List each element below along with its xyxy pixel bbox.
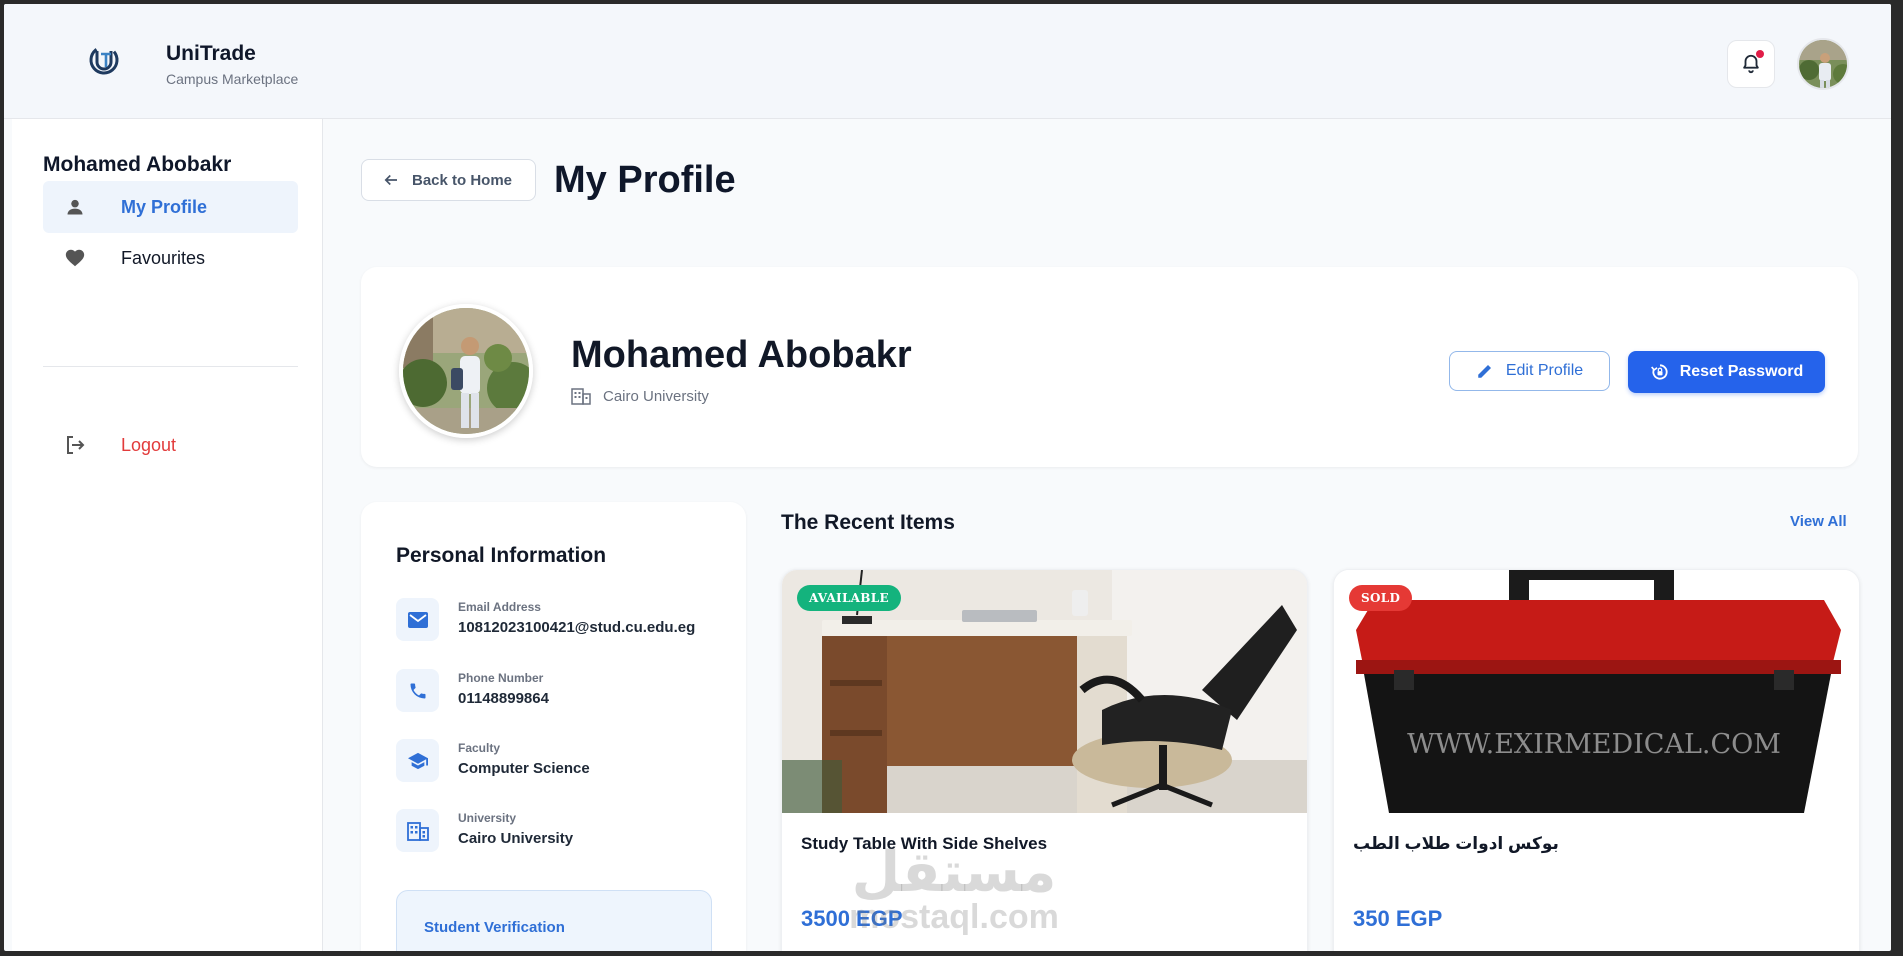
university-label: Cairo University (603, 387, 709, 405)
person-icon (59, 197, 91, 217)
edit-profile-button[interactable]: Edit Profile (1449, 351, 1610, 391)
logout-label: Logout (121, 434, 177, 455)
university-row-label: University (458, 811, 517, 825)
brand-subtitle: Campus Marketplace (166, 71, 299, 87)
personal-info-title: Personal Information (396, 544, 607, 567)
unitrade-logo-icon[interactable] (86, 42, 122, 78)
recent-items-title: The Recent Items (781, 511, 955, 534)
sidebar-divider (43, 366, 298, 367)
phone-value: 01148899864 (458, 690, 549, 707)
profile-name: Mohamed Abobakr (571, 334, 912, 376)
item-price: 350 EGP (1353, 906, 1443, 931)
back-to-home-button[interactable]: Back to Home (361, 159, 536, 201)
sidebar-item-label: Favourites (121, 247, 206, 268)
phone-label: Phone Number (458, 671, 544, 685)
faculty-value: Computer Science (458, 760, 590, 777)
item-price: 3500 EGP (801, 906, 903, 931)
back-label: Back to Home (412, 171, 513, 189)
brand-title: UniTrade (166, 42, 256, 65)
sidebar-item-my-profile[interactable]: My Profile (43, 181, 298, 233)
info-row-email: Email Address 10812023100421@stud.cu.edu… (396, 598, 726, 644)
item-title: Study Table With Side Shelves (801, 834, 1048, 853)
student-verification-title: Student Verification (424, 919, 565, 936)
status-badge: AVAILABLE (797, 585, 901, 611)
image-watermark-text: WWW.EXIRMEDICAL.COM (1407, 729, 1781, 760)
notification-dot (1756, 50, 1764, 58)
personal-info-card: Personal Information Email Address 10812… (361, 502, 746, 951)
profile-card: Mohamed Abobakr Cairo University Edit Pr… (361, 267, 1858, 467)
info-row-faculty: Faculty Computer Science (396, 739, 726, 785)
view-all-link[interactable]: View All (1790, 513, 1847, 530)
info-row-phone: Phone Number 01148899864 (396, 669, 726, 715)
email-label: Email Address (458, 600, 541, 614)
item-image: AVAILABLE (782, 570, 1307, 813)
sidebar-item-label: My Profile (121, 196, 208, 217)
building-icon (571, 388, 591, 405)
arrow-left-icon (384, 174, 397, 186)
email-value: 10812023100421@stud.cu.edu.eg (458, 619, 696, 636)
university-row-value: Cairo University (458, 830, 574, 847)
heart-icon (59, 247, 91, 269)
sidebar: Mohamed Abobakr My Profile Favourites Lo… (12, 119, 323, 951)
email-icon (396, 598, 439, 641)
top-header: UniTrade Campus Marketplace (4, 4, 1891, 119)
info-row-university: University Cairo University (396, 809, 726, 855)
user-avatar[interactable] (1797, 38, 1849, 90)
profile-university: Cairo University (571, 387, 709, 405)
status-badge: SOLD (1349, 585, 1413, 611)
faculty-label: Faculty (458, 741, 501, 755)
edit-profile-label: Edit Profile (1505, 362, 1584, 379)
avatar-photo (1799, 40, 1847, 88)
item-card[interactable]: WWW.EXIRMEDICAL.COM SOLD بوكس ادوات طلاب… (1333, 569, 1860, 951)
reset-password-button[interactable]: Reset Password (1628, 351, 1825, 393)
sidebar-item-favourites[interactable]: Favourites (43, 232, 298, 284)
item-card[interactable]: AVAILABLE Study Table With Side Shelves … (781, 569, 1308, 951)
item-title: بوكس ادوات طلاب الطب (1353, 834, 1559, 853)
notifications-button[interactable] (1727, 40, 1775, 88)
building-icon (396, 809, 439, 852)
profile-photo (399, 304, 533, 438)
item-image: WWW.EXIRMEDICAL.COM SOLD (1334, 570, 1859, 813)
logout-button[interactable]: Logout (43, 419, 298, 471)
phone-icon (396, 669, 439, 712)
school-icon (396, 739, 439, 782)
sidebar-user-name: Mohamed Abobakr (43, 153, 232, 176)
reset-password-label: Reset Password (1679, 363, 1804, 380)
pencil-icon (1478, 365, 1491, 378)
student-verification-box: Student Verification (396, 890, 712, 951)
app-window: UniTrade Campus Marketplace Mohamed Abob… (4, 4, 1891, 951)
logout-icon (59, 433, 91, 457)
lock-reset-icon (1650, 364, 1668, 380)
page-title: My Profile (554, 159, 736, 201)
